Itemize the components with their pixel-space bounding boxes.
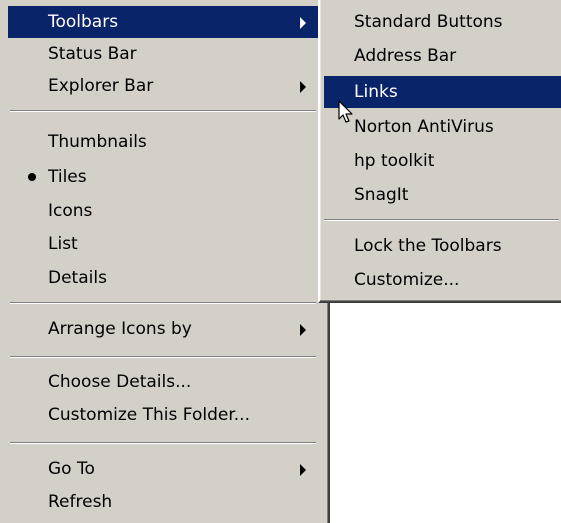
menu-item-label: Links xyxy=(354,82,398,102)
submenu-item-lock-toolbars[interactable]: Lock the Toolbars xyxy=(324,230,561,262)
menu-item-refresh[interactable]: Refresh xyxy=(8,486,318,518)
menu-item-label: Details xyxy=(48,268,107,288)
menu-item-label: Thumbnails xyxy=(48,132,147,152)
menu-item-label: Refresh xyxy=(48,492,113,512)
submenu-arrow-icon xyxy=(300,81,306,93)
radio-bullet-icon xyxy=(28,173,36,181)
submenu-item-standard-buttons[interactable]: Standard Buttons xyxy=(324,6,561,38)
submenu-item-hp-toolkit[interactable]: hp toolkit xyxy=(324,145,561,177)
menu-item-label: SnagIt xyxy=(354,185,409,205)
menu-separator xyxy=(10,110,316,112)
menu-item-label: hp toolkit xyxy=(354,151,435,171)
menu-item-label: Status Bar xyxy=(48,44,137,64)
submenu-item-customize[interactable]: Customize... xyxy=(324,264,561,296)
menu-item-label: Lock the Toolbars xyxy=(354,236,502,256)
menu-item-label: Customize This Folder... xyxy=(48,405,250,425)
view-menu: Toolbars Status Bar Explorer Bar Thumbna… xyxy=(0,0,330,523)
submenu-item-links[interactable]: Links xyxy=(324,76,561,108)
menu-item-choose-details[interactable]: Choose Details... xyxy=(8,366,318,398)
menu-item-label: Go To xyxy=(48,459,95,479)
menu-separator xyxy=(10,302,316,304)
menu-item-explorer-bar[interactable]: Explorer Bar xyxy=(8,70,318,102)
menu-separator xyxy=(324,219,559,221)
menu-item-label: Toolbars xyxy=(48,12,119,32)
toolbars-submenu: Standard Buttons Address Bar Links Norto… xyxy=(318,0,561,303)
menu-item-tiles[interactable]: Tiles xyxy=(8,161,318,193)
submenu-arrow-icon xyxy=(300,17,306,29)
submenu-item-snagit[interactable]: SnagIt xyxy=(324,179,561,211)
menu-item-details[interactable]: Details xyxy=(8,262,318,294)
menu-item-label: Norton AntiVirus xyxy=(354,117,494,137)
menu-item-label: Tiles xyxy=(48,167,87,187)
menu-item-status-bar[interactable]: Status Bar xyxy=(8,38,318,70)
menu-separator xyxy=(10,356,316,358)
menu-item-label: List xyxy=(48,234,78,254)
menu-item-label: Customize... xyxy=(354,270,460,290)
menu-item-label: Standard Buttons xyxy=(354,12,503,32)
menu-item-icons[interactable]: Icons xyxy=(8,195,318,227)
menu-item-label: Explorer Bar xyxy=(48,76,154,96)
mouse-cursor-icon xyxy=(338,100,353,123)
menu-item-label: Choose Details... xyxy=(48,372,192,392)
submenu-arrow-icon xyxy=(300,324,306,336)
menu-item-customize-folder[interactable]: Customize This Folder... xyxy=(8,399,318,431)
submenu-arrow-icon xyxy=(300,464,306,476)
menu-item-go-to[interactable]: Go To xyxy=(8,453,318,485)
menu-separator xyxy=(10,442,316,444)
menu-item-label: Address Bar xyxy=(354,46,457,66)
menu-item-toolbars[interactable]: Toolbars xyxy=(8,6,318,38)
submenu-item-address-bar[interactable]: Address Bar xyxy=(324,40,561,72)
submenu-item-norton-antivirus[interactable]: Norton AntiVirus xyxy=(324,111,561,143)
menu-item-label: Arrange Icons by xyxy=(48,319,192,339)
menu-item-list[interactable]: List xyxy=(8,228,318,260)
menu-item-arrange-icons-by[interactable]: Arrange Icons by xyxy=(8,313,318,345)
menu-item-label: Icons xyxy=(48,201,93,221)
menu-item-thumbnails[interactable]: Thumbnails xyxy=(8,126,318,158)
